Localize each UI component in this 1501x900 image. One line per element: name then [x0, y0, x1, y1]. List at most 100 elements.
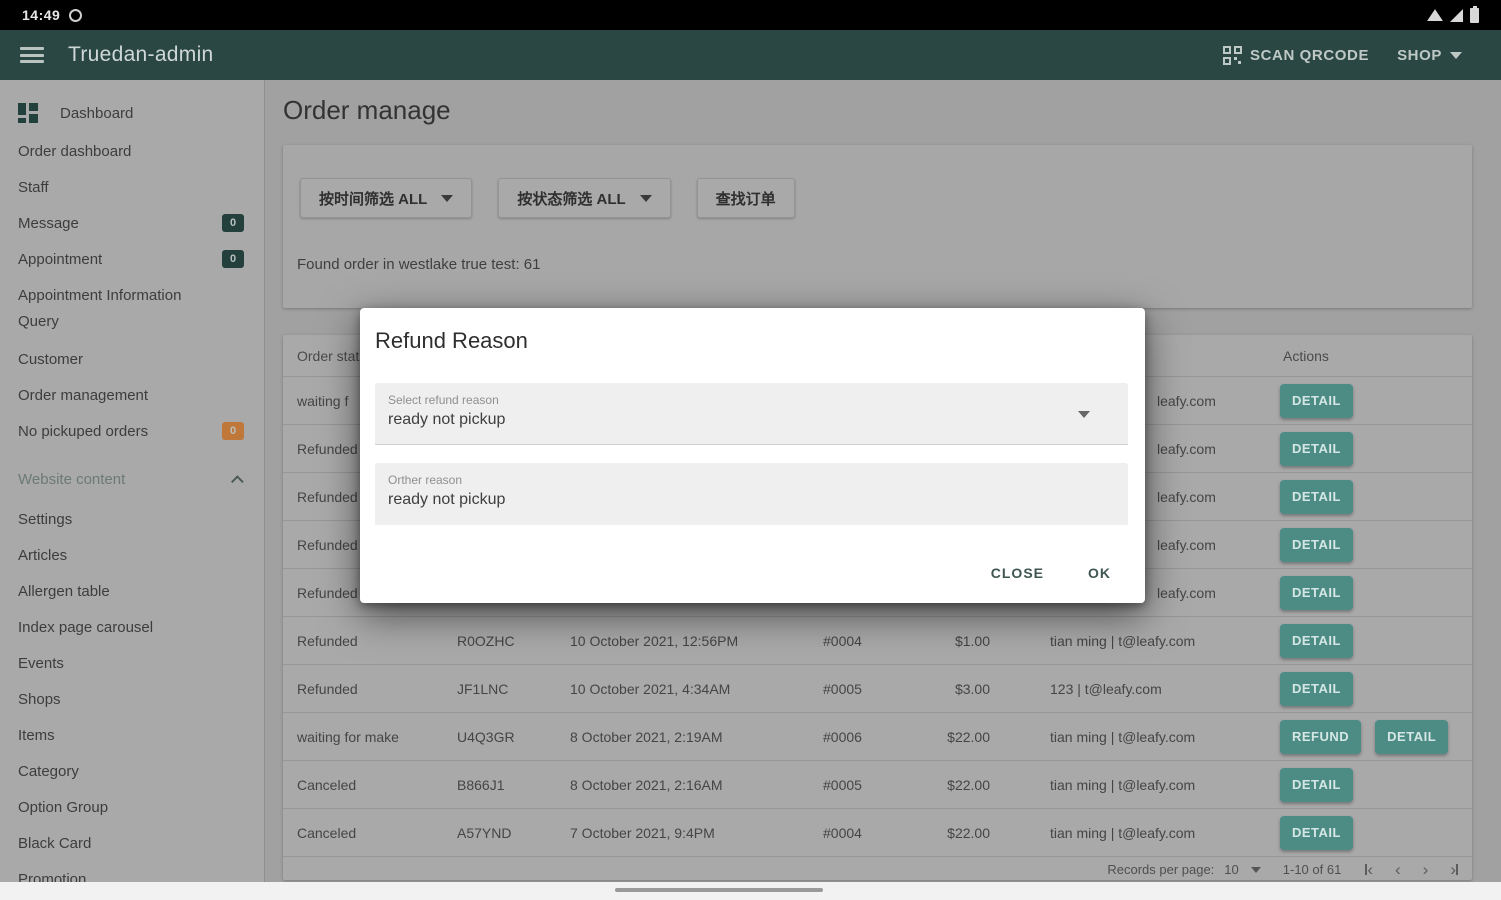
sidebar-item-label: Events [18, 654, 64, 672]
cell-num: #0005 [823, 680, 862, 697]
sidebar-item-index-page-carousel[interactable]: Index page carousel [0, 609, 264, 645]
cell-price: $22.00 [947, 776, 990, 793]
sidebar-item-option-group[interactable]: Option Group [0, 789, 264, 825]
sidebar-item-label: Settings [18, 510, 73, 528]
detail-button[interactable]: DETAIL [1280, 383, 1353, 418]
cell-num: #0004 [823, 632, 862, 649]
menu-icon[interactable] [20, 47, 44, 63]
cell-code: JF1LNC [457, 680, 509, 697]
refund-reason-select-value: ready not pickup [388, 411, 506, 428]
other-reason-field[interactable]: Orther reason ready not pickup [375, 463, 1128, 525]
sidebar-item-customer[interactable]: Customer [0, 341, 264, 377]
sidebar-item-articles[interactable]: Articles [0, 537, 264, 573]
detail-button[interactable]: DETAIL [1280, 431, 1353, 466]
sidebar-item-items[interactable]: Items [0, 717, 264, 753]
cell-status: Refunded [297, 632, 358, 649]
sidebar-item-promotion[interactable]: Promotion [0, 861, 264, 883]
sidebar-item-label: Option Group [18, 798, 109, 816]
chevron-down-icon [1250, 866, 1261, 873]
sidebar-item-events[interactable]: Events [0, 645, 264, 681]
next-page-icon[interactable]: › [1423, 861, 1429, 878]
first-page-icon[interactable]: ‹ [1365, 861, 1373, 878]
detail-button[interactable]: DETAIL [1280, 479, 1353, 514]
clock-time: 14:49 [22, 7, 61, 23]
sidebar-item-no-pickuped-orders[interactable]: No pickuped orders 0 [0, 413, 264, 449]
notification-badge: 0 [222, 214, 244, 232]
sidebar-item-label: Category [18, 762, 79, 780]
sidebar-item-label: Order management [18, 386, 149, 404]
sidebar-item-category[interactable]: Category [0, 753, 264, 789]
per-page-select[interactable]: 10 [1224, 862, 1261, 877]
cell-date: 8 October 2021, 2:19AM [570, 728, 723, 745]
table-row: Canceled A57YND 7 October 2021, 9:4PM #0004… [283, 809, 1472, 857]
table-row: Refunded JF1LNC 10 October 2021, 4:34AM #00… [283, 665, 1472, 713]
sidebar-item-allergen-table[interactable]: Allergen table [0, 573, 264, 609]
last-page-icon[interactable]: › [1450, 861, 1458, 878]
detail-button[interactable]: DETAIL [1280, 575, 1353, 610]
sidebar-item-label: No pickuped orders [18, 422, 149, 440]
gesture-nav-area [0, 882, 1501, 900]
cell-date: 7 October 2021, 9:4PM [570, 824, 715, 841]
records-per-page-label: Records per page: [1107, 862, 1215, 877]
detail-button[interactable]: DETAIL [1375, 719, 1449, 754]
cell-signal-icon [1450, 8, 1463, 22]
sidebar-item-label: Staff [18, 178, 49, 196]
gesture-pill[interactable] [615, 888, 823, 892]
shop-menu-button[interactable]: SHOP [1397, 47, 1462, 64]
table-row: waiting for make U4Q3GR 8 October 2021, 2:… [283, 713, 1472, 761]
qrcode-icon [1222, 45, 1242, 65]
cell-price: $22.00 [947, 824, 990, 841]
notification-badge: 0 [222, 250, 244, 268]
sidebar-item-black-card[interactable]: Black Card [0, 825, 264, 861]
battery-icon [1470, 5, 1479, 23]
cell-cust: tian ming | t@leafy.com [1050, 632, 1196, 649]
dialog-title: Refund Reason [375, 328, 528, 353]
cell-code: U4Q3GR [457, 728, 515, 745]
sidebar-item-dashboard[interactable]: Dashboard [0, 93, 264, 133]
previous-page-icon[interactable]: ‹ [1395, 861, 1401, 878]
sidebar-item-settings[interactable]: Settings [0, 501, 264, 537]
sidebar-item-website-content[interactable]: Website content [0, 457, 264, 501]
refund-button[interactable]: REFUND [1280, 719, 1362, 754]
sidebar-item-order-management[interactable]: Order management [0, 377, 264, 413]
time-filter-label: 按时间筛选 ALL [319, 190, 428, 208]
sidebar-item-label: Shops [18, 690, 61, 708]
sidebar-item-appointment[interactable]: Appointment 0 [0, 241, 264, 277]
cell-cust: tian ming | t@leafy.com [1050, 728, 1196, 745]
cell-num: #0006 [823, 728, 862, 745]
detail-button[interactable]: DETAIL [1280, 815, 1353, 850]
cell-status: Canceled [297, 824, 357, 841]
cell-code: A57YND [457, 824, 512, 841]
shop-label: SHOP [1397, 46, 1442, 64]
cell-status: Canceled [297, 776, 357, 793]
sidebar-item-label: Promotion [18, 870, 87, 883]
cell-price: $22.00 [947, 728, 990, 745]
sidebar-item-staff[interactable]: Staff [0, 169, 264, 205]
search-orders-button[interactable]: 查找订单 [696, 178, 795, 218]
detail-button[interactable]: DETAIL [1280, 671, 1353, 706]
sidebar-item-appointment-information-query[interactable]: Appointment Information Query [0, 277, 264, 341]
app-header: Truedan-admin SCAN QRCODE SHOP [0, 30, 1501, 80]
sidebar-item-message[interactable]: Message 0 [0, 205, 264, 241]
page-title: Order manage [283, 95, 451, 125]
sidebar-item-label: Articles [18, 546, 68, 564]
scan-qrcode-button[interactable]: SCAN QRCODE [1222, 45, 1369, 65]
close-button[interactable]: CLOSE [991, 565, 1044, 581]
time-filter-dropdown[interactable]: 按时间筛选 ALL [300, 178, 473, 218]
detail-button[interactable]: DETAIL [1280, 623, 1353, 658]
cell-date: 10 October 2021, 4:34AM [570, 680, 731, 697]
cell-code: R0OZHC [457, 632, 515, 649]
detail-button[interactable]: DETAIL [1280, 527, 1353, 562]
refund-reason-select-label: Select refund reason [388, 393, 499, 407]
chevron-down-icon [639, 194, 652, 202]
cell-code: B866J1 [457, 776, 505, 793]
table-row: Refunded R0OZHC 10 October 2021, 12:56PM #0… [283, 617, 1472, 665]
sidebar-item-shops[interactable]: Shops [0, 681, 264, 717]
sidebar-item-label: Website content [18, 470, 126, 488]
status-filter-dropdown[interactable]: 按状态筛选 ALL [498, 178, 671, 218]
ok-button[interactable]: OK [1088, 565, 1111, 581]
refund-reason-select[interactable]: Select refund reason ready not pickup [375, 383, 1128, 445]
refund-reason-dialog: Refund Reason Select refund reason ready… [360, 308, 1145, 603]
sidebar-item-order-dashboard[interactable]: Order dashboard [0, 133, 264, 169]
detail-button[interactable]: DETAIL [1280, 767, 1353, 802]
